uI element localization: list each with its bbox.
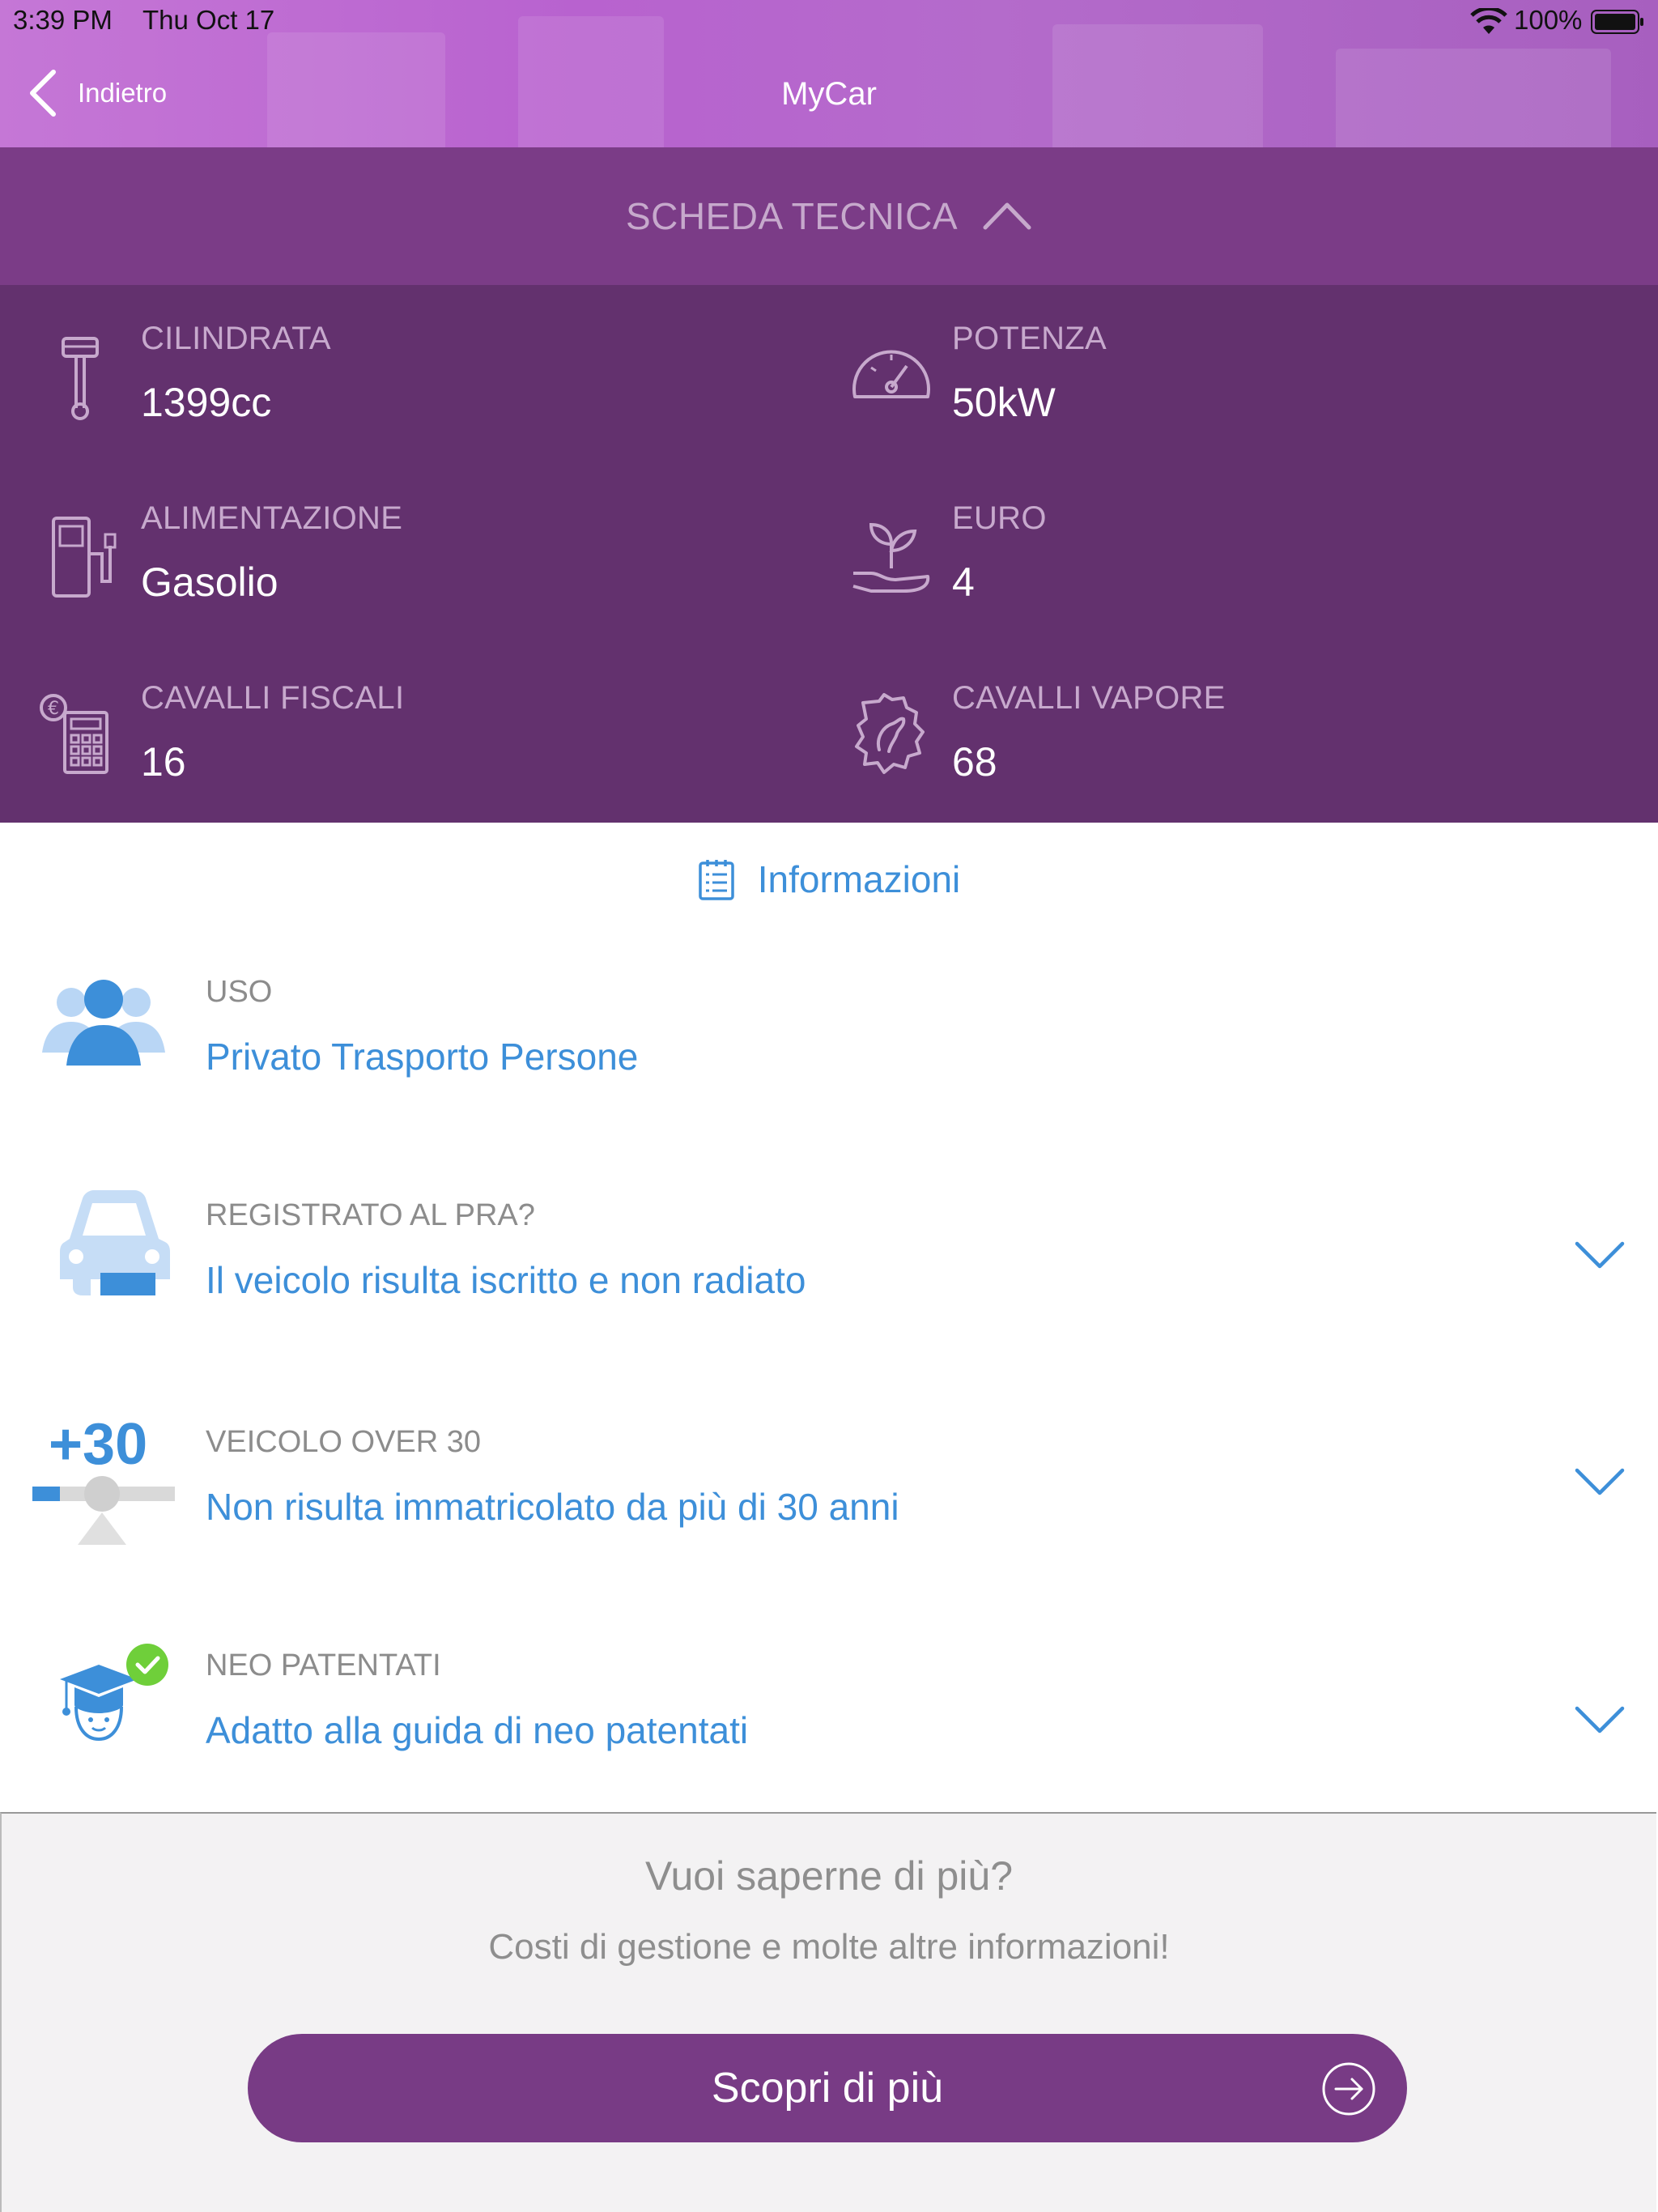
more-info-subtitle: Costi di gestione e molte altre informaz…: [488, 1927, 1170, 1967]
spec-label-cavalli-vapore: CAVALLI VAPORE: [952, 680, 1226, 716]
info-value-neo-patentati: Adatto alla guida di neo patentati: [206, 1709, 749, 1751]
info-row-pra[interactable]: REGISTRATO AL PRA? Il veicolo risulta is…: [0, 1174, 1658, 1352]
info-value-uso: Privato Trasporto Persone: [206, 1036, 639, 1078]
specs-panel: CILINDRATA 1399cc POTENZA 50kW ALIMENTAZ…: [0, 285, 1658, 823]
wifi-icon: [1470, 8, 1507, 34]
horse-gear-icon: [855, 693, 925, 774]
info-value-pra: Il veicolo risulta iscritto e non radiat…: [206, 1259, 806, 1301]
scopri-di-piu-button[interactable]: Scopri di più: [248, 2034, 1407, 2142]
spec-label-potenza: POTENZA: [952, 321, 1107, 356]
spec-value-cavalli-fiscali: 16: [141, 739, 186, 785]
calculator-euro-icon: €: [40, 694, 108, 774]
scheda-tecnica-toggle[interactable]: SCHEDA TECNICA: [0, 147, 1658, 285]
info-value-over-30: Non risulta immatricolato da più di 30 a…: [206, 1486, 899, 1528]
spec-value-alimentazione: Gasolio: [141, 559, 278, 605]
info-label-uso: USO: [206, 975, 273, 1009]
over-30-badge: +30: [49, 1415, 147, 1477]
graduate-icon: [60, 1644, 168, 1742]
info-row-uso: USO Privato Trasporto Persone: [0, 955, 1658, 1117]
plant-hand-icon: [852, 522, 930, 593]
svg-text:€: €: [48, 699, 59, 719]
page-title: MyCar: [781, 76, 877, 112]
piston-icon: [62, 337, 99, 420]
spec-label-cilindrata: CILINDRATA: [141, 321, 331, 356]
spec-value-euro: 4: [952, 559, 975, 605]
arrow-right-circle-icon: [1322, 2062, 1375, 2116]
info-label-neo-patentati: NEO PATENTATI: [206, 1648, 441, 1682]
status-date: Thu Oct 17: [142, 5, 275, 35]
info-label-over-30: VEICOLO OVER 30: [206, 1425, 482, 1459]
informazioni-title: Informazioni: [757, 858, 961, 900]
informazioni-header: Informazioni: [0, 823, 1658, 936]
spec-value-cilindrata: 1399cc: [141, 380, 272, 425]
battery-icon: [1591, 10, 1643, 34]
scheda-tecnica-label: SCHEDA TECNICA: [625, 195, 959, 237]
status-time: 3:39 PM: [13, 5, 113, 35]
speedometer-icon: [852, 350, 930, 398]
chevron-down-icon[interactable]: [1574, 1704, 1626, 1736]
scopri-di-piu-label: Scopri di più: [711, 2065, 944, 2112]
info-row-neo-patentati[interactable]: NEO PATENTATI Adatto alla guida di neo p…: [0, 1636, 1658, 1797]
over-30-icon: +30: [32, 1415, 175, 1545]
check-badge: [126, 1644, 168, 1686]
status-bar: 3:39 PM Thu Oct 17 100%: [0, 0, 1658, 44]
more-info-title: Vuoi saperne di più?: [644, 1853, 1014, 1899]
car-icon: [60, 1190, 170, 1295]
info-label-pra: REGISTRATO AL PRA?: [206, 1198, 535, 1232]
chevron-down-icon[interactable]: [1574, 1465, 1626, 1498]
people-icon: [42, 980, 165, 1066]
spec-value-potenza: 50kW: [952, 380, 1056, 425]
spec-label-cavalli-fiscali: CAVALLI FISCALI: [141, 680, 405, 716]
battery-percentage: 100%: [1514, 5, 1583, 35]
spec-value-cavalli-vapore: 68: [952, 739, 997, 785]
spec-label-euro: EURO: [952, 500, 1047, 536]
notepad-icon: [698, 860, 734, 900]
info-row-over-30[interactable]: +30 VEICOLO OVER 30 Non risulta immatric…: [0, 1401, 1658, 1579]
chevron-up-icon: [983, 202, 1031, 230]
chevron-down-icon[interactable]: [1574, 1239, 1626, 1271]
fuel-pump-icon: [52, 517, 117, 598]
spec-label-alimentazione: ALIMENTAZIONE: [141, 500, 403, 536]
